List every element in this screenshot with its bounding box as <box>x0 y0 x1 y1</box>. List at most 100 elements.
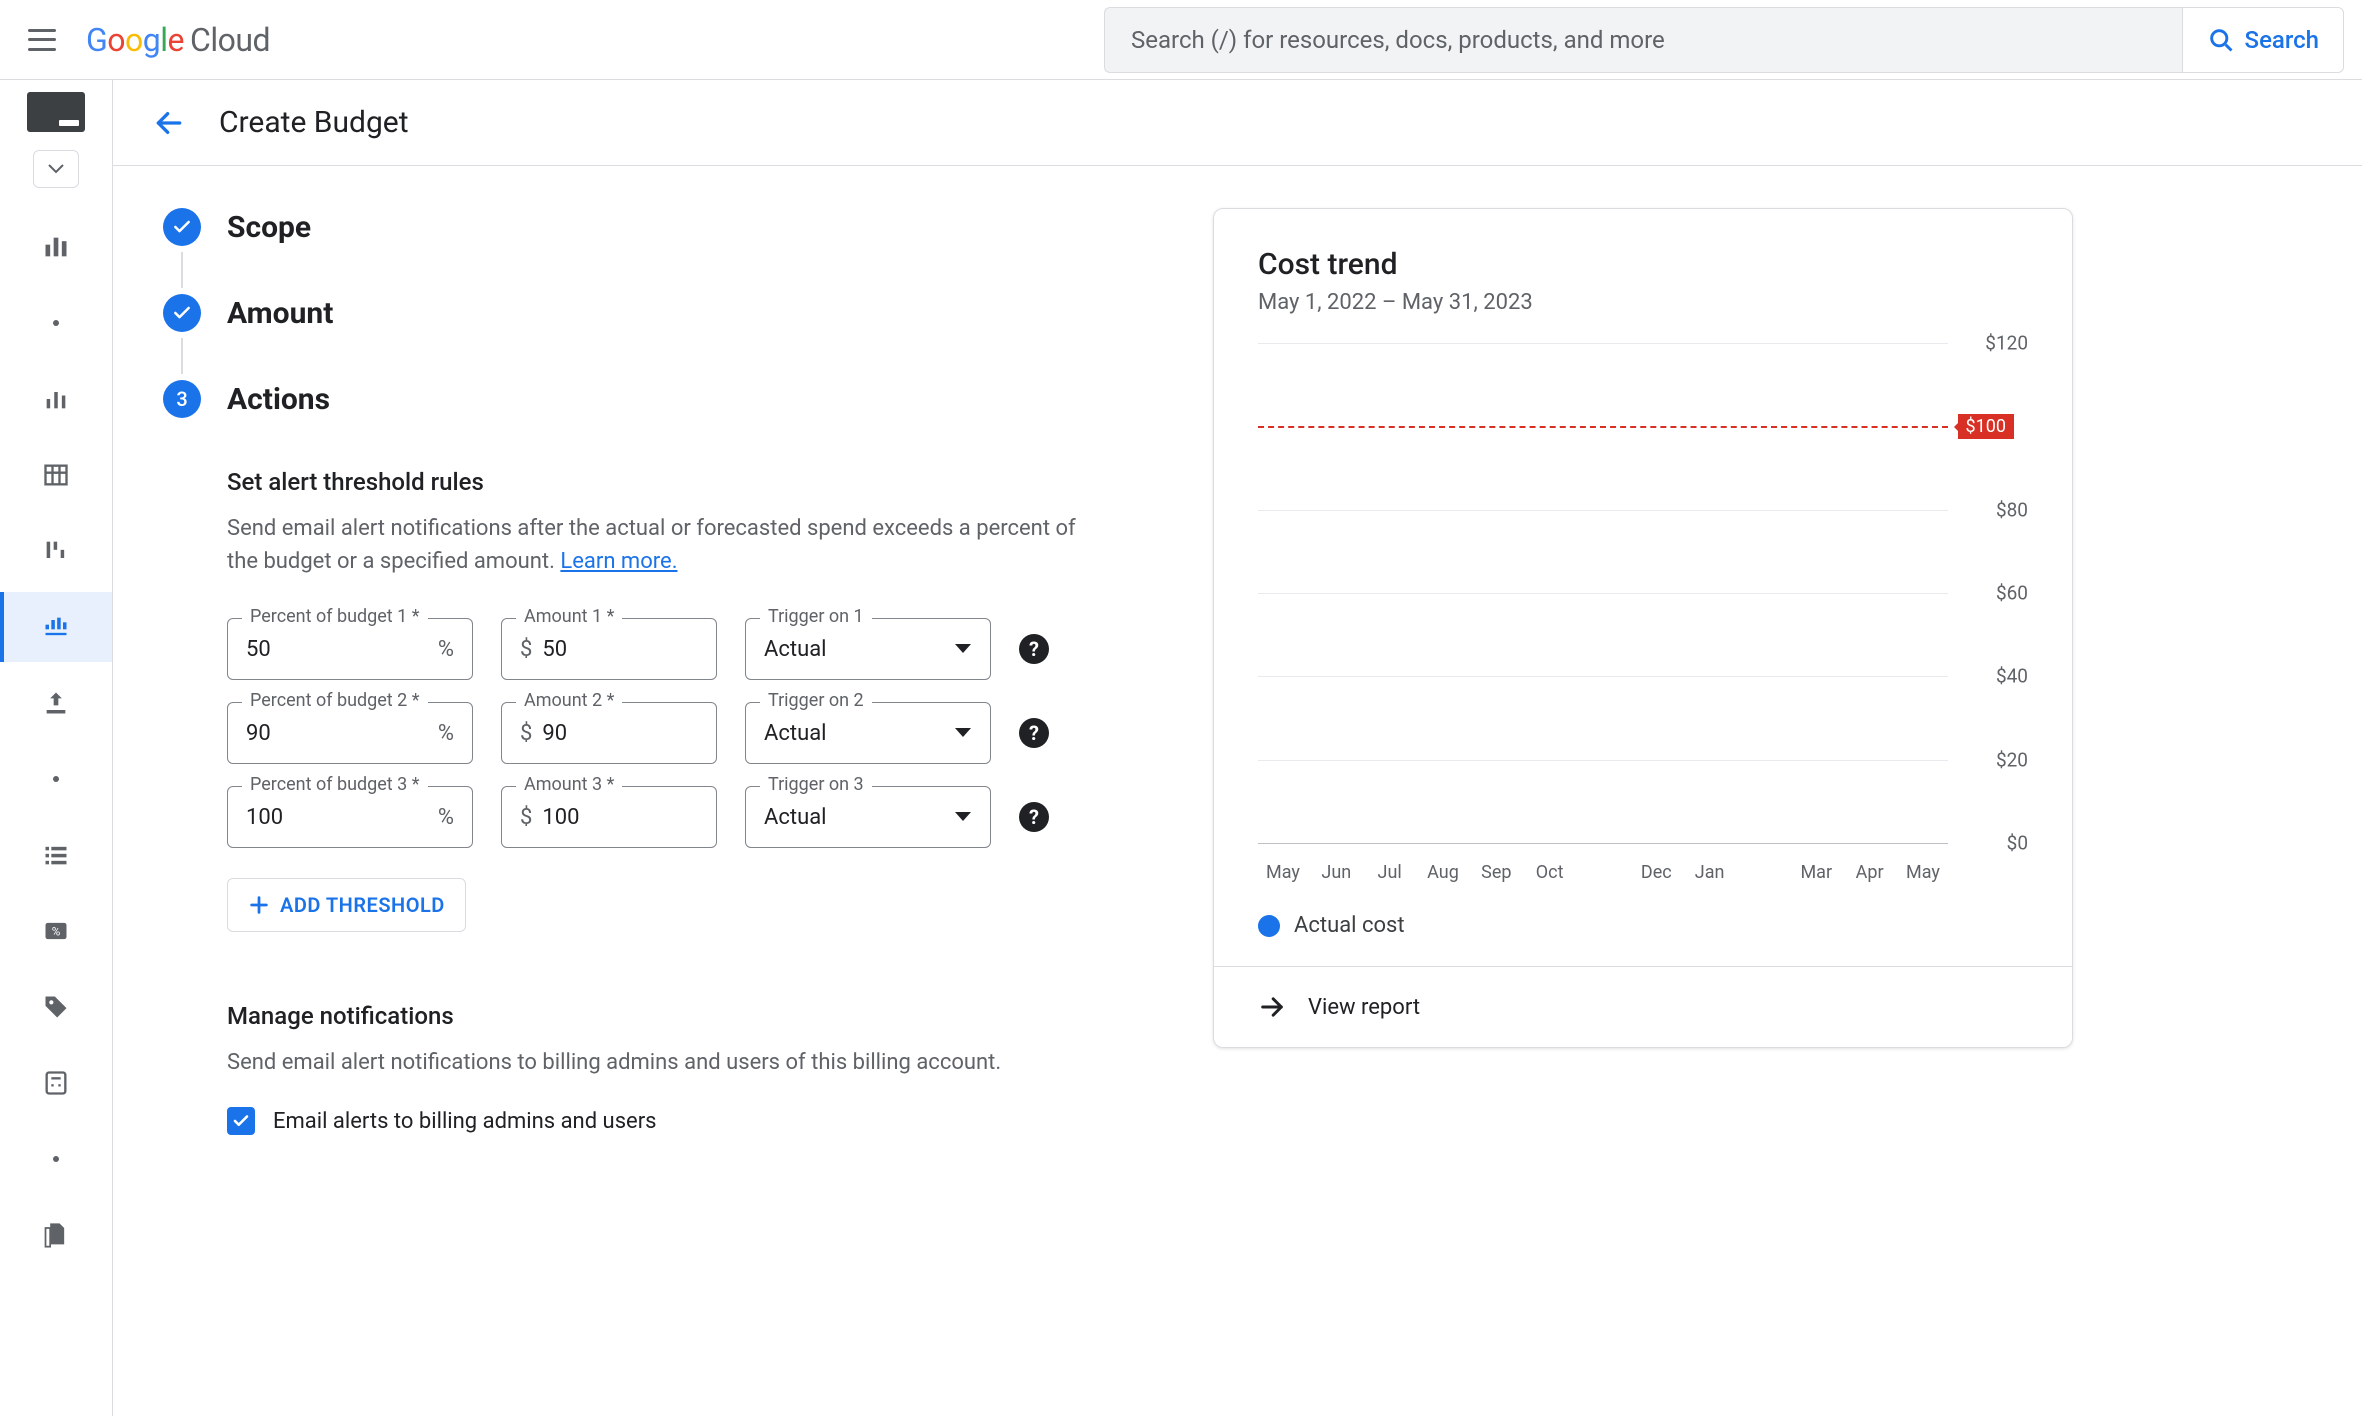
email-alerts-checkbox-row[interactable]: Email alerts to billing admins and users <box>227 1107 1153 1135</box>
notifications-desc: Send email alert notifications to billin… <box>227 1046 1107 1079</box>
percent-field[interactable]: Percent of budget 1 *50% <box>227 618 473 680</box>
percent-suffix: % <box>438 805 454 830</box>
back-arrow-icon[interactable] <box>153 107 185 139</box>
percent-suffix: % <box>438 637 454 662</box>
add-threshold-label: ADD THRESHOLD <box>280 893 445 917</box>
help-icon[interactable]: ? <box>1019 718 1049 748</box>
percent-field[interactable]: Percent of budget 3 *100% <box>227 786 473 848</box>
chart-legend: Actual cost <box>1258 913 2028 938</box>
threshold-row: Percent of budget 1 *50% Amount 1 *$50 Tri… <box>227 618 1153 680</box>
percent-label: Percent of budget 1 * <box>242 606 428 627</box>
percent-label: Percent of budget 3 * <box>242 774 428 795</box>
logo[interactable]: Google Cloud <box>86 21 270 59</box>
search-button[interactable]: Search <box>2182 7 2344 73</box>
cost-trend-panel: Cost trend May 1, 2022 – May 31, 2023 $1… <box>1213 208 2073 1048</box>
chevron-down-icon <box>954 811 972 823</box>
help-icon[interactable]: ? <box>1019 634 1049 664</box>
rail-item-export[interactable] <box>0 668 112 738</box>
step-actions: 3 Actions <box>163 380 1153 418</box>
trigger-select[interactable]: Trigger on 3Actual <box>745 786 991 848</box>
x-tick: Jan <box>1685 862 1735 883</box>
step-connector <box>181 252 183 288</box>
trigger-select[interactable]: Trigger on 1Actual <box>745 618 991 680</box>
rail-item-list[interactable] <box>0 820 112 890</box>
main: Scope Amount 3 Actions Set alert thresho… <box>113 166 2362 1416</box>
percent-suffix: % <box>438 721 454 746</box>
rail-item-calc[interactable] <box>0 1048 112 1118</box>
x-tick: Jun <box>1311 862 1361 883</box>
notifications-heading: Manage notifications <box>227 1002 1153 1030</box>
rail-item-dot3[interactable] <box>0 1124 112 1194</box>
y-tick: $80 <box>1958 498 2028 521</box>
rail-dropdown[interactable] <box>33 150 79 188</box>
step-amount[interactable]: Amount <box>163 294 1153 332</box>
x-tick: Oct <box>1525 862 1575 883</box>
search-icon <box>2207 26 2235 54</box>
rail-item-table[interactable] <box>0 440 112 510</box>
billing-card-icon[interactable] <box>27 92 85 132</box>
amount-field[interactable]: Amount 3 *$100 <box>501 786 717 848</box>
rail-item-dot1[interactable] <box>0 288 112 358</box>
upload-icon <box>42 689 70 717</box>
trigger-value: Actual <box>764 805 954 830</box>
panel-subtitle: May 1, 2022 – May 31, 2023 <box>1258 290 2028 315</box>
y-tick: $20 <box>1958 748 2028 771</box>
trigger-label: Trigger on 2 <box>760 690 872 711</box>
search-input[interactable]: Search (/) for resources, docs, products… <box>1104 7 2182 73</box>
arrow-right-icon <box>1258 993 1286 1021</box>
rail-item-reports[interactable] <box>0 364 112 434</box>
x-tick: Apr <box>1845 862 1895 883</box>
panel-title: Cost trend <box>1258 247 2028 282</box>
rail-item-percent[interactable]: % <box>0 896 112 966</box>
chevron-down-icon <box>48 164 64 174</box>
step-actions-label: Actions <box>227 382 330 417</box>
budgets-icon <box>42 613 70 641</box>
currency-prefix: $ <box>520 721 532 746</box>
email-alerts-label: Email alerts to billing admins and users <box>273 1109 657 1134</box>
threshold-rules: Percent of budget 1 *50% Amount 1 *$50 Tri… <box>227 618 1153 848</box>
learn-more-link[interactable]: Learn more. <box>560 549 677 574</box>
rail-item-pricing[interactable] <box>0 972 112 1042</box>
percent-field[interactable]: Percent of budget 2 *90% <box>227 702 473 764</box>
amount-value: 50 <box>542 637 698 662</box>
x-tick: Mar <box>1791 862 1841 883</box>
threshold-heading: Set alert threshold rules <box>227 468 1153 496</box>
threshold-row: Percent of budget 3 *100% Amount 3 *$100 T… <box>227 786 1153 848</box>
amount-value: 100 <box>542 805 698 830</box>
trigger-value: Actual <box>764 637 954 662</box>
docs-icon <box>42 1221 70 1249</box>
tag-icon <box>42 993 70 1021</box>
trigger-label: Trigger on 3 <box>760 774 872 795</box>
amount-field[interactable]: Amount 1 *$50 <box>501 618 717 680</box>
rail-item-dot2[interactable] <box>0 744 112 814</box>
rail-item-overview[interactable] <box>0 212 112 282</box>
panel-body: Cost trend May 1, 2022 – May 31, 2023 $1… <box>1214 209 2072 966</box>
x-tick: Sep <box>1471 862 1521 883</box>
currency-prefix: $ <box>520 637 532 662</box>
threshold-line: $100 <box>1258 426 1948 428</box>
check-icon <box>163 208 201 246</box>
amount-field[interactable]: Amount 2 *$90 <box>501 702 717 764</box>
x-tick: May <box>1258 862 1308 883</box>
view-report-button[interactable]: View report <box>1214 966 2072 1047</box>
percent-value: 50 <box>246 637 438 662</box>
step-connector <box>181 338 183 374</box>
checkbox-checked-icon[interactable] <box>227 1107 255 1135</box>
add-threshold-button[interactable]: ADD THRESHOLD <box>227 878 466 932</box>
cost-breakdown-icon <box>42 537 70 565</box>
chevron-down-icon <box>954 727 972 739</box>
hamburger-icon[interactable] <box>28 29 56 51</box>
help-icon[interactable]: ? <box>1019 802 1049 832</box>
rail-item-cost[interactable] <box>0 516 112 586</box>
rail-item-budgets[interactable] <box>0 592 112 662</box>
percent-label: Percent of budget 2 * <box>242 690 428 711</box>
bar-chart-icon <box>42 385 70 413</box>
step-scope[interactable]: Scope <box>163 208 1153 246</box>
trigger-select[interactable]: Trigger on 2Actual <box>745 702 991 764</box>
left-rail: % <box>0 80 113 1416</box>
chevron-down-icon <box>954 643 972 655</box>
currency-prefix: $ <box>520 805 532 830</box>
rail-item-docs[interactable] <box>0 1200 112 1270</box>
calc-icon <box>42 1069 70 1097</box>
check-icon <box>163 294 201 332</box>
